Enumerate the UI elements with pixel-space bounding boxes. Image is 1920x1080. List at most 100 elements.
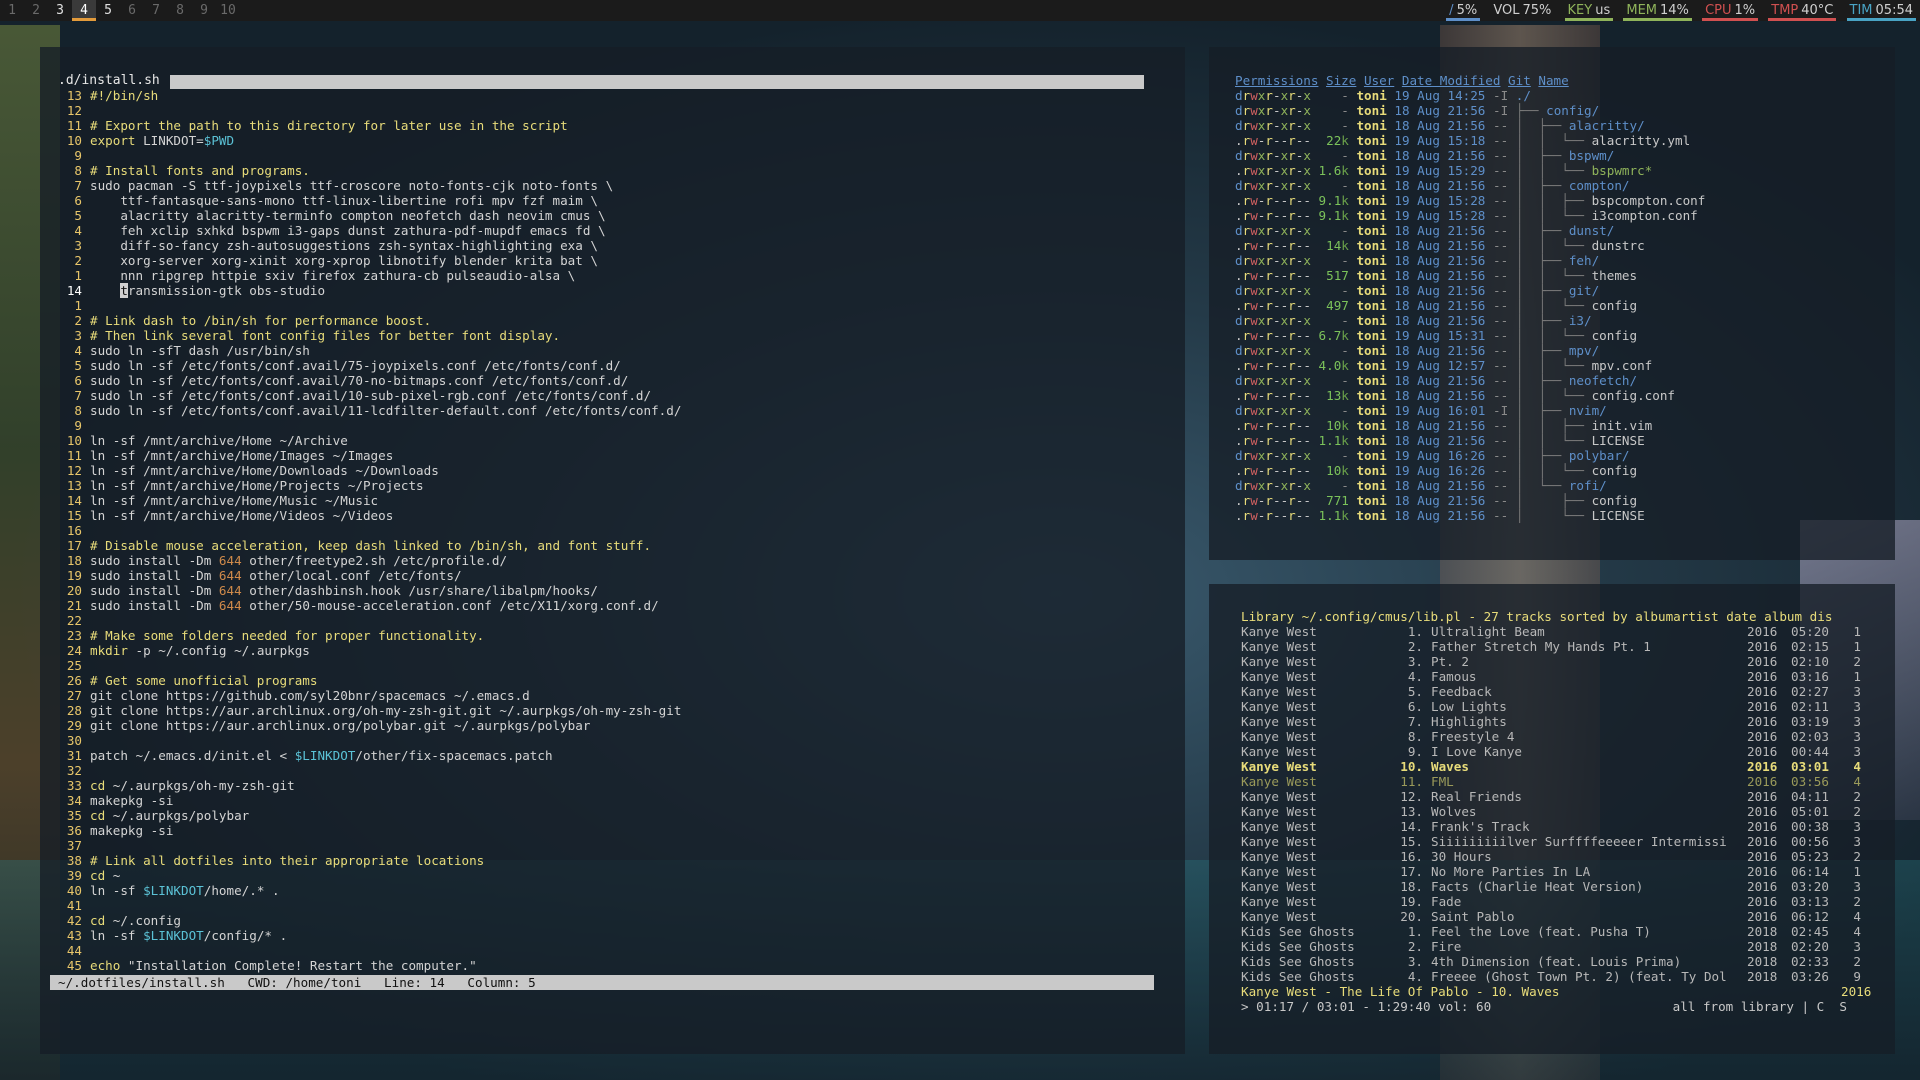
file-row[interactable]: drwxr-xr-x - toni 19 Aug 14:25 -I ./ bbox=[1235, 88, 1705, 103]
directory-name[interactable]: ./ bbox=[1516, 88, 1531, 103]
workspace-6[interactable]: 6 bbox=[120, 0, 144, 21]
column-header-git[interactable]: Git bbox=[1508, 73, 1531, 88]
workspace-1[interactable]: 1 bbox=[0, 0, 24, 21]
file-name[interactable]: config bbox=[1592, 493, 1638, 508]
file-row[interactable]: .rw-r--r-- 1.1k toni 18 Aug 21:56 -- │ │… bbox=[1235, 433, 1705, 448]
column-header-permissions[interactable]: Permissions bbox=[1235, 73, 1318, 88]
file-name[interactable]: config bbox=[1592, 298, 1638, 313]
track-row[interactable]: Kanye West 8. Freestyle 4 2016 02:03 3 bbox=[1241, 729, 1881, 744]
workspace-2[interactable]: 2 bbox=[24, 0, 48, 21]
file-row[interactable]: drwxr-xr-x - toni 18 Aug 21:56 -- │ ├── … bbox=[1235, 373, 1705, 388]
track-row[interactable]: Kids See Ghosts 1. Feel the Love (feat. Pu… bbox=[1241, 924, 1881, 939]
column-header-date-modified[interactable]: Date Modified bbox=[1402, 73, 1501, 88]
file-listing-window[interactable]: Permissions Size User Date Modified Git … bbox=[1209, 47, 1895, 560]
file-row[interactable]: .rw-r--r-- 10k toni 19 Aug 16:26 -- │ │ … bbox=[1235, 463, 1705, 478]
file-row[interactable]: .rw-r--r-- 9.1k toni 19 Aug 15:28 -- │ │… bbox=[1235, 193, 1705, 208]
file-name[interactable]: config.conf bbox=[1592, 388, 1675, 403]
music-player-window[interactable]: Library ~/.config/cmus/lib.pl - 27 track… bbox=[1209, 584, 1895, 1054]
file-row[interactable]: drwxr-xr-x - toni 18 Aug 21:56 -- │ ├── … bbox=[1235, 343, 1705, 358]
track-row[interactable]: Kanye West 19. Fade 2016 03:13 2 bbox=[1241, 894, 1881, 909]
directory-name[interactable]: dunst/ bbox=[1569, 223, 1615, 238]
file-row[interactable]: .rw-r--r-- 14k toni 18 Aug 21:56 -- │ │ … bbox=[1235, 238, 1705, 253]
file-row[interactable]: .rw-r--r-- 517 toni 18 Aug 21:56 -- │ │ … bbox=[1235, 268, 1705, 283]
file-row[interactable]: drwxr-xr-x - toni 18 Aug 21:56 -- │ ├── … bbox=[1235, 253, 1705, 268]
track-row[interactable]: Kids See Ghosts 2. Fire 2018 02:20 3 bbox=[1241, 939, 1881, 954]
workspace-10[interactable]: 10 bbox=[216, 0, 240, 21]
directory-name[interactable]: mpv/ bbox=[1569, 343, 1599, 358]
track-row[interactable]: Kanye West 3. Pt. 2 2016 02:10 2 bbox=[1241, 654, 1881, 669]
column-header-size[interactable]: Size bbox=[1326, 73, 1356, 88]
file-name[interactable]: LICENSE bbox=[1592, 433, 1645, 448]
workspace-4[interactable]: 4 bbox=[72, 0, 96, 21]
directory-name[interactable]: config/ bbox=[1546, 103, 1599, 118]
workspace-8[interactable]: 8 bbox=[168, 0, 192, 21]
directory-name[interactable]: feh/ bbox=[1569, 253, 1599, 268]
track-row[interactable]: Kanye West 18. Facts (Charlie Heat Version… bbox=[1241, 879, 1881, 894]
directory-name[interactable]: alacritty/ bbox=[1569, 118, 1645, 133]
file-name[interactable]: dunstrc bbox=[1592, 238, 1645, 253]
file-name[interactable]: themes bbox=[1592, 268, 1638, 283]
directory-name[interactable]: bspwm/ bbox=[1569, 148, 1615, 163]
track-row[interactable]: Kids See Ghosts 3. 4th Dimension (feat. Lo… bbox=[1241, 954, 1881, 969]
file-row[interactable]: .rwxr-xr-x 1.6k toni 19 Aug 15:29 -- │ │… bbox=[1235, 163, 1705, 178]
workspace-7[interactable]: 7 bbox=[144, 0, 168, 21]
workspace-5[interactable]: 5 bbox=[96, 0, 120, 21]
file-row[interactable]: drwxr-xr-x - toni 19 Aug 16:26 -- │ ├── … bbox=[1235, 448, 1705, 463]
column-header-name[interactable]: Name bbox=[1538, 73, 1568, 88]
volume-module[interactable]: VOL 75% bbox=[1490, 0, 1554, 21]
track-library[interactable]: Library ~/.config/cmus/lib.pl - 27 track… bbox=[1241, 609, 1881, 1014]
file-row[interactable]: drwxr-xr-x - toni 18 Aug 21:56 -- │ └── … bbox=[1235, 478, 1705, 493]
track-row[interactable]: Kanye West 10. Waves 2016 03:01 4 bbox=[1241, 759, 1881, 774]
file-name[interactable]: config bbox=[1592, 328, 1638, 343]
track-row[interactable]: Kanye West 15. Siiiiiiiiilver Surffffeeeee… bbox=[1241, 834, 1881, 849]
file-row[interactable]: drwxr-xr-x - toni 18 Aug 21:56 -- │ ├── … bbox=[1235, 148, 1705, 163]
file-name[interactable]: mpv.conf bbox=[1592, 358, 1653, 373]
file-row[interactable]: .rw-r--r-- 13k toni 18 Aug 21:56 -- │ │ … bbox=[1235, 388, 1705, 403]
track-row[interactable]: Kanye West 4. Famous 2016 03:16 1 bbox=[1241, 669, 1881, 684]
track-row[interactable]: Kanye West 2. Father Stretch My Hands Pt. … bbox=[1241, 639, 1881, 654]
file-row[interactable]: drwxr-xr-x - toni 18 Aug 21:56 -- │ ├── … bbox=[1235, 313, 1705, 328]
file-name[interactable]: init.vim bbox=[1592, 418, 1653, 433]
file-name[interactable]: i3compton.conf bbox=[1592, 208, 1698, 223]
workspace-3[interactable]: 3 bbox=[48, 0, 72, 21]
directory-name[interactable]: nvim/ bbox=[1569, 403, 1607, 418]
file-name[interactable]: config bbox=[1592, 463, 1638, 478]
track-row[interactable]: Kanye West 13. Wolves 2016 05:01 2 bbox=[1241, 804, 1881, 819]
track-row[interactable]: Kanye West 5. Feedback 2016 02:27 3 bbox=[1241, 684, 1881, 699]
file-name[interactable]: bspwmrc* bbox=[1592, 163, 1653, 178]
directory-name[interactable]: git/ bbox=[1569, 283, 1599, 298]
file-table[interactable]: Permissions Size User Date Modified Git … bbox=[1235, 73, 1705, 523]
file-name[interactable]: alacritty.yml bbox=[1592, 133, 1691, 148]
workspace-9[interactable]: 9 bbox=[192, 0, 216, 21]
file-row[interactable]: .rw-r--r-- 771 toni 18 Aug 21:56 -- │ ├─… bbox=[1235, 493, 1705, 508]
directory-name[interactable]: rofi/ bbox=[1569, 478, 1607, 493]
track-row[interactable]: Kanye West 16. 30 Hours 2016 05:23 2 bbox=[1241, 849, 1881, 864]
column-header-user[interactable]: User bbox=[1364, 73, 1394, 88]
track-row[interactable]: Kanye West 9. I Love Kanye 2016 00:44 3 bbox=[1241, 744, 1881, 759]
track-row[interactable]: Kanye West 14. Frank's Track 2016 00:38 3 bbox=[1241, 819, 1881, 834]
track-row[interactable]: Kids See Ghosts 4. Freeee (Ghost Town Pt. … bbox=[1241, 969, 1881, 984]
file-name[interactable]: LICENSE bbox=[1592, 508, 1645, 523]
track-row[interactable]: Kanye West 6. Low Lights 2016 02:11 3 bbox=[1241, 699, 1881, 714]
editor-window[interactable]: .d/install.sh 13 #!/bin/sh 12 11 # Export th… bbox=[40, 47, 1185, 1054]
file-row[interactable]: .rw-r--r-- 6.7k toni 19 Aug 15:31 -- │ │… bbox=[1235, 328, 1705, 343]
file-row[interactable]: .rw-r--r-- 9.1k toni 19 Aug 15:28 -- │ │… bbox=[1235, 208, 1705, 223]
file-name[interactable]: bspcompton.conf bbox=[1592, 193, 1706, 208]
file-row[interactable]: .rw-r--r-- 1.1k toni 18 Aug 21:56 -- │ └… bbox=[1235, 508, 1705, 523]
track-row[interactable]: Kanye West 20. Saint Pablo 2016 06:12 4 bbox=[1241, 909, 1881, 924]
editor-buffer[interactable]: 13 #!/bin/sh 12 11 # Export the path to this… bbox=[58, 88, 1168, 973]
track-row[interactable]: Kanye West 17. No More Parties In LA 2016 06… bbox=[1241, 864, 1881, 879]
directory-name[interactable]: neofetch/ bbox=[1569, 373, 1637, 388]
directory-name[interactable]: i3/ bbox=[1569, 313, 1592, 328]
file-row[interactable]: drwxr-xr-x - toni 18 Aug 21:56 -- │ ├── … bbox=[1235, 118, 1705, 133]
file-row[interactable]: drwxr-xr-x - toni 18 Aug 21:56 -- │ ├── … bbox=[1235, 283, 1705, 298]
track-row[interactable]: Kanye West 7. Highlights 2016 03:19 3 bbox=[1241, 714, 1881, 729]
file-row[interactable]: drwxr-xr-x - toni 19 Aug 16:01 -I │ ├── … bbox=[1235, 403, 1705, 418]
file-row[interactable]: .rw-r--r-- 22k toni 19 Aug 15:18 -- │ │ … bbox=[1235, 133, 1705, 148]
track-row[interactable]: Kanye West 11. FML 2016 03:56 4 bbox=[1241, 774, 1881, 789]
file-row[interactable]: .rw-r--r-- 10k toni 18 Aug 21:56 -- │ │ … bbox=[1235, 418, 1705, 433]
file-row[interactable]: drwxr-xr-x - toni 18 Aug 21:56 -I ├── co… bbox=[1235, 103, 1705, 118]
track-row[interactable]: Kanye West 12. Real Friends 2016 04:11 2 bbox=[1241, 789, 1881, 804]
file-row[interactable]: .rw-r--r-- 4.0k toni 19 Aug 12:57 -- │ │… bbox=[1235, 358, 1705, 373]
file-row[interactable]: drwxr-xr-x - toni 18 Aug 21:56 -- │ ├── … bbox=[1235, 223, 1705, 238]
